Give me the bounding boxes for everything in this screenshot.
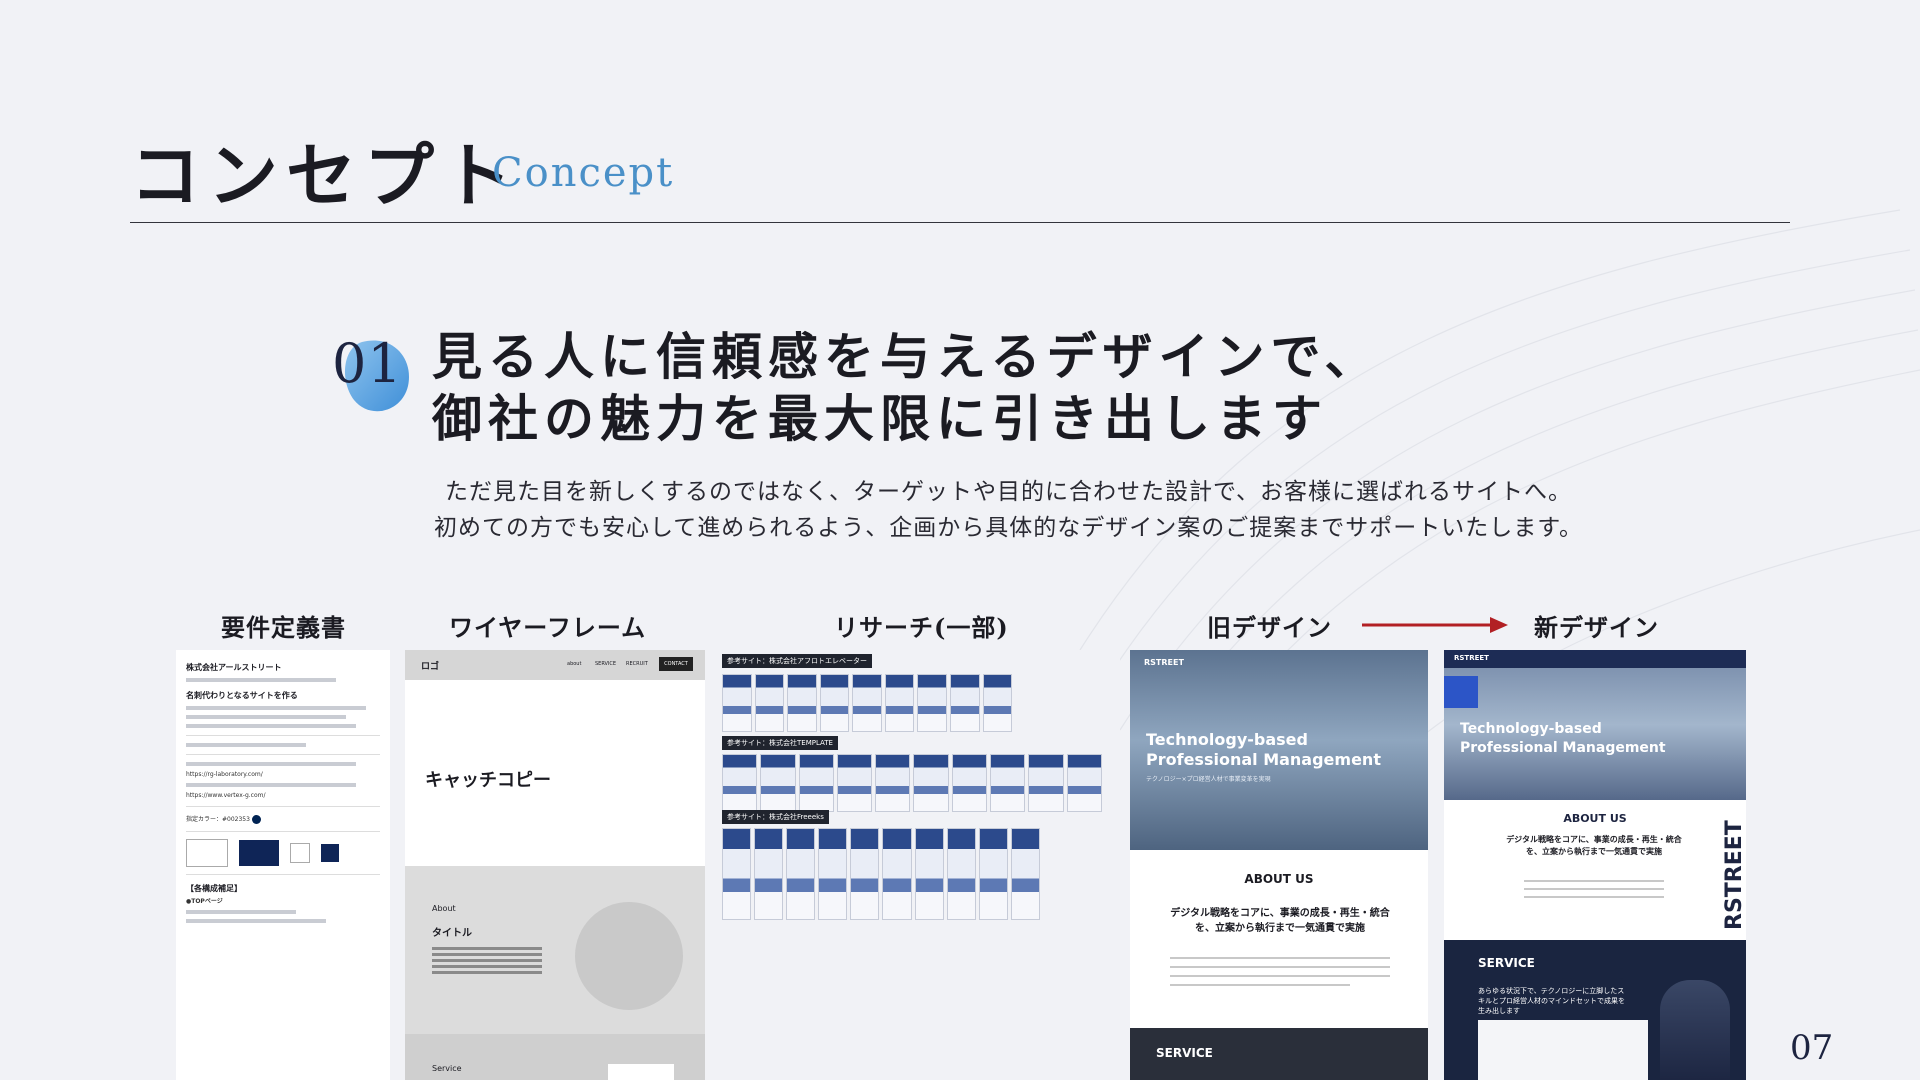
color-dot: [251, 815, 261, 824]
wf-image-placeholder: [575, 902, 683, 1010]
old-about-text: デジタル戦略をコアに、事業の成長・再生・統合を、立案から執行まで一気通貫で実施: [1170, 908, 1390, 934]
new-vertical-brand: RSTREET: [1722, 820, 1746, 930]
new-accent-block: [1444, 676, 1478, 708]
req-text-line: [186, 910, 296, 914]
wf-hero: キャッチコピー: [405, 680, 705, 866]
page-title-english: Concept: [492, 150, 675, 196]
req-text-line: [186, 724, 356, 728]
research-strip-3: [722, 828, 1040, 920]
req-text-line: [186, 706, 366, 710]
page-title: コンセプト: [130, 134, 520, 217]
label-research: リサーチ(一部): [834, 613, 1009, 642]
wf-nav-about: about: [567, 661, 582, 667]
req-text-line: [186, 715, 346, 719]
label-wireframe: ワイヤーフレーム: [449, 613, 647, 642]
requirements-doc-thumbnail: 株式会社アールストリート 名刺代わりとなるサイトを作る https://rg-l…: [176, 650, 390, 1080]
logo-mark-white: [290, 843, 311, 863]
req-text-line: [186, 678, 336, 682]
page-number: 07: [1790, 1028, 1834, 1068]
heading-line-1: 見る人に信頼感を与えるデザインで、: [432, 327, 1381, 386]
old-service-band: SERVICE: [1130, 1028, 1428, 1080]
body-line-2: 初めての方でも安心して進められるよう、企画から具体的なデザイン案のご提案までサポ…: [434, 515, 1584, 541]
logo-mark-navy: [321, 844, 340, 862]
old-hero-photo: RSTREET Technology-based Professional Ma…: [1130, 650, 1428, 850]
new-service-title: SERVICE: [1478, 956, 1535, 970]
wf-nav-recruit: RECRUIT: [626, 661, 648, 667]
wf-title: タイトル: [432, 928, 472, 939]
research-tag-2: 参考サイト：株式会社TEMPLATE: [722, 736, 838, 750]
wf-service-box: [608, 1064, 674, 1080]
wf-about-label: About: [432, 904, 456, 913]
heading-line-2: 御社の魅力を最大限に引き出します: [432, 389, 1328, 448]
req-site2-url: https://www.vertex-g.com/: [186, 792, 266, 799]
person-photo: [1660, 980, 1730, 1080]
old-hero-sub: テクノロジー×プロ経営人材で事業変革を実現: [1146, 776, 1271, 783]
label-requirements: 要件定義書: [221, 613, 346, 642]
req-text-line: [186, 919, 326, 923]
research-thumbnail: 参考サイト：株式会社アフロトエレベーター 参考サイト：株式会社TEMPLATE …: [720, 650, 1120, 930]
research-strip-2: [722, 754, 1102, 812]
new-service-card: [1478, 1020, 1648, 1080]
req-color: 指定カラー：#002353: [186, 814, 380, 824]
wireframe-thumbnail: ロゴ about SERVICE RECRUIT CONTACT キャッチコピー…: [405, 650, 705, 1080]
logo-sample-white: [186, 839, 228, 867]
new-about-title: ABOUT US: [1563, 812, 1627, 825]
new-about-body: [1524, 874, 1664, 904]
wf-nav-service: SERVICE: [595, 661, 617, 667]
old-hero-text: Technology-based Professional Management: [1146, 730, 1381, 769]
req-section-label: 【各構成補足】: [186, 884, 242, 893]
arrow-icon: [1362, 617, 1508, 633]
old-brand: RSTREET: [1144, 658, 1184, 667]
label-new-design: 新デザイン: [1534, 613, 1659, 642]
req-logo-swatches: [186, 839, 380, 867]
wf-contact-button: CONTACT: [659, 657, 693, 671]
req-text-line: [186, 783, 356, 787]
old-about-title: ABOUT US: [1244, 872, 1314, 886]
wf-logo: ロゴ: [421, 662, 440, 672]
new-service-band: SERVICE あらゆる状況下で、テクノロジーに立脚したスキルとプロ経営人材のマ…: [1444, 940, 1746, 1080]
req-site1-url: https://rg-laboratory.com/: [186, 771, 263, 778]
req-text-line: [186, 743, 306, 747]
new-brand: RSTREET: [1454, 654, 1489, 662]
wf-service-label: Service: [432, 1064, 462, 1073]
old-design-thumbnail: RSTREET Technology-based Professional Ma…: [1130, 650, 1428, 1080]
wf-service: Service: [405, 1034, 705, 1080]
req-divider: [186, 754, 380, 755]
label-old-design: 旧デザイン: [1207, 613, 1332, 642]
req-company: 株式会社アールストリート: [186, 663, 282, 672]
section-heading: 見る人に信頼感を与えるデザインで、 御社の魅力を最大限に引き出します: [432, 326, 1381, 450]
logo-sample-navy: [239, 840, 280, 866]
body-line-1: ただ見た目を新しくするのではなく、ターゲットや目的に合わせた設計で、お客様に選ば…: [444, 479, 1573, 505]
research-tag-1: 参考サイト：株式会社アフロトエレベーター: [722, 654, 872, 668]
section-number: 01: [332, 332, 403, 395]
req-color-label: 指定カラー：#002353: [186, 816, 250, 823]
new-hero-photo: RSTREET Technology-based Professional Ma…: [1444, 650, 1746, 800]
req-text-line: [186, 762, 356, 766]
old-about-body: [1170, 950, 1390, 993]
new-design-thumbnail: RSTREET Technology-based Professional Ma…: [1444, 650, 1746, 1080]
req-divider: [186, 735, 380, 736]
new-service-text: あらゆる状況下で、テクノロジーに立脚したスキルとプロ経営人材のマインドセットで成…: [1478, 987, 1625, 1015]
new-hero-text: Technology-based Professional Management: [1460, 721, 1666, 756]
req-divider: [186, 806, 380, 807]
research-tag-3: 参考サイト：株式会社Freeeks: [722, 810, 829, 824]
wf-text-block: [432, 944, 542, 977]
req-top-label: ●TOPページ: [186, 898, 223, 905]
wf-nav: ロゴ about SERVICE RECRUIT CONTACT: [405, 650, 705, 680]
wf-catch-copy: キャッチコピー: [425, 770, 551, 791]
new-about-text: デジタル戦略をコアに、事業の成長・再生・統合を、立案から執行まで一気通貫で実施: [1506, 835, 1682, 856]
req-divider: [186, 874, 380, 875]
wf-about: About タイトル: [405, 866, 705, 1034]
section-body: ただ見た目を新しくするのではなく、ターゲットや目的に合わせた設計で、お客様に選ば…: [434, 474, 1583, 546]
req-goal: 名刺代わりとなるサイトを作る: [186, 691, 298, 700]
research-strip-1: [722, 674, 1013, 732]
old-service-title: SERVICE: [1156, 1046, 1213, 1060]
title-divider: [130, 222, 1790, 223]
req-divider: [186, 831, 380, 832]
